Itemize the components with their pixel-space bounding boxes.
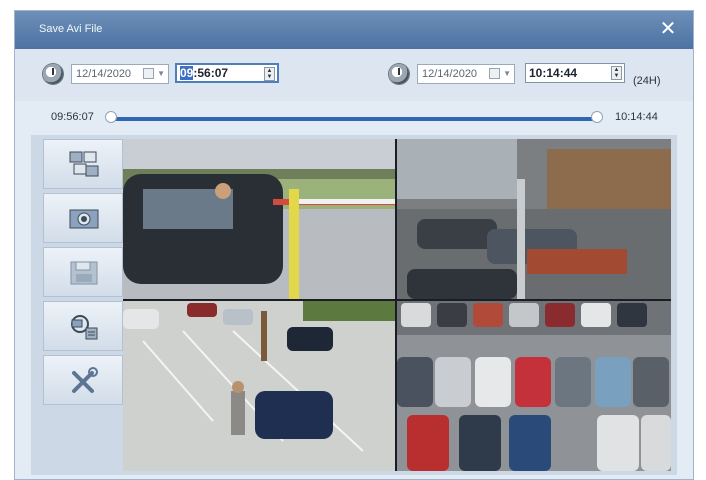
content-area — [31, 135, 677, 475]
end-clock-icon — [389, 64, 409, 84]
start-time-spinner[interactable]: ▲ ▼ — [264, 67, 275, 81]
save-icon — [70, 261, 98, 285]
save-avi-dialog: Save Avi File ✕ 12/14/2020 ▼ 09:56:07 ▲ … — [14, 10, 694, 480]
end-time-field[interactable]: 10:14:44 ▲ ▼ — [525, 63, 625, 83]
spin-down-icon[interactable]: ▼ — [612, 73, 621, 79]
slider-end-label: 10:14:44 — [615, 111, 658, 123]
chevron-down-icon[interactable]: ▼ — [157, 65, 165, 83]
time-range-row: 12/14/2020 ▼ 09:56:07 ▲ ▼ 12/14/2020 ▼ 1… — [15, 49, 693, 101]
end-time-spinner[interactable]: ▲ ▼ — [611, 66, 622, 80]
snapshot-icon — [69, 209, 99, 229]
camera-2-scene — [397, 139, 671, 299]
slider-start-label: 09:56:07 — [51, 111, 94, 123]
close-icon[interactable]: ✕ — [657, 18, 679, 40]
end-date-picker[interactable]: 12/14/2020 ▼ — [417, 64, 515, 84]
search-camera-button[interactable] — [43, 301, 123, 351]
dialog-title: Save Avi File — [39, 23, 103, 35]
time-slider[interactable]: 09:56:07 10:14:44 — [31, 103, 677, 131]
tools-icon — [72, 367, 98, 393]
end-time-value: 10:14:44 — [529, 66, 578, 80]
video-grid — [123, 139, 671, 471]
start-date-picker[interactable]: 12/14/2020 ▼ — [71, 64, 169, 84]
slider-end-handle[interactable] — [591, 111, 603, 123]
slider-track[interactable] — [109, 117, 597, 121]
save-button[interactable] — [43, 247, 123, 297]
camera-1-scene — [123, 139, 395, 299]
split-screen-button[interactable] — [43, 139, 123, 189]
spin-down-icon[interactable]: ▼ — [265, 74, 274, 80]
tools-button[interactable] — [43, 355, 123, 405]
chevron-down-icon[interactable]: ▼ — [503, 65, 511, 83]
start-time-field[interactable]: 09:56:07 ▲ ▼ — [175, 63, 279, 83]
start-time-rest: :56:07 — [193, 66, 229, 80]
calendar-icon[interactable] — [143, 68, 154, 79]
search-camera-icon — [71, 315, 98, 340]
end-date-value: 12/14/2020 — [422, 68, 478, 80]
slider-start-handle[interactable] — [105, 111, 117, 123]
camera-2-construction-yard[interactable] — [397, 139, 671, 299]
camera-4-scene — [397, 301, 671, 471]
start-time-hour[interactable]: 09 — [180, 66, 194, 80]
camera-3-parking-lot[interactable] — [123, 301, 395, 471]
camera-4-parked-cars[interactable] — [397, 301, 671, 471]
calendar-icon[interactable] — [489, 68, 500, 79]
camera-1-parking-gate[interactable] — [123, 139, 395, 299]
camera-3-scene — [123, 301, 395, 471]
start-date-value: 12/14/2020 — [76, 68, 132, 80]
split-screen-icon — [69, 151, 99, 177]
time-format-label: (24H) — [633, 75, 661, 87]
snapshot-button[interactable] — [43, 193, 123, 243]
side-toolbar — [43, 139, 123, 467]
title-bar: Save Avi File ✕ — [15, 11, 693, 49]
start-clock-icon — [43, 64, 63, 84]
